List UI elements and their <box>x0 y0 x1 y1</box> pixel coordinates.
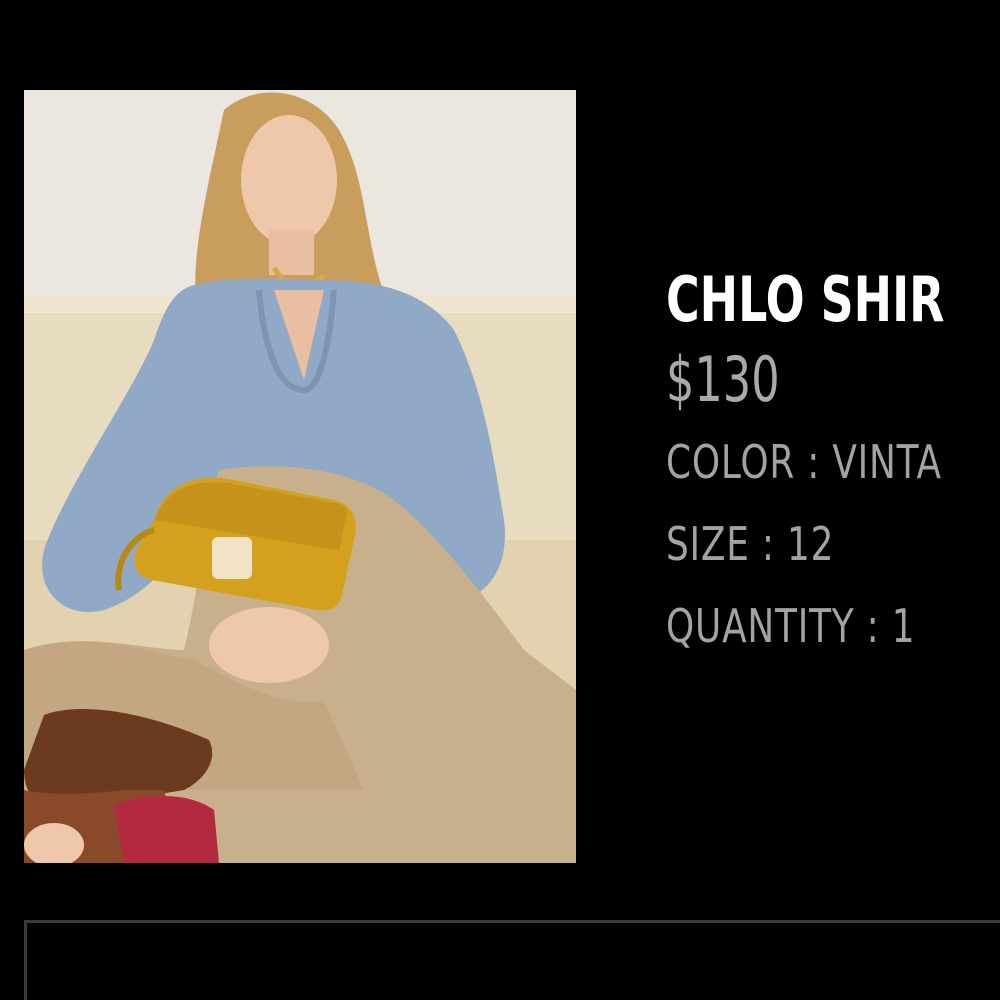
product-color: COLOR : VINTA <box>666 435 942 489</box>
product-image[interactable] <box>24 90 576 863</box>
product-price: $130 <box>666 343 780 416</box>
product-size: SIZE : 12 <box>666 517 835 571</box>
product-page: CHLO SHIR $130 COLOR : VINTA SIZE : 12 Q… <box>0 0 1000 1000</box>
product-photo-illustration <box>24 90 576 863</box>
product-title: CHLO SHIR <box>666 263 945 336</box>
bottom-panel <box>24 920 1000 1000</box>
product-details: CHLO SHIR $130 COLOR : VINTA SIZE : 12 Q… <box>666 258 1000 654</box>
product-quantity: QUANTITY : 1 <box>666 599 916 653</box>
